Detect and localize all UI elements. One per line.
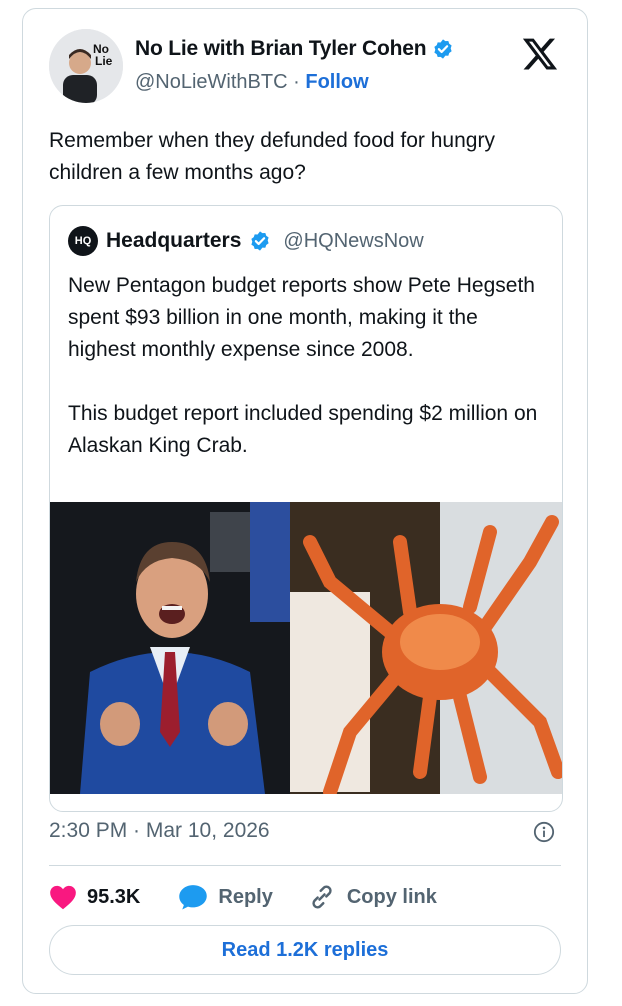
link-icon [312, 885, 332, 909]
like-button[interactable]: 95.3K [49, 884, 140, 910]
separator-dot: · [293, 71, 300, 93]
svg-text:Lie: Lie [95, 54, 113, 68]
quoted-author-handle: @HQNewsNow [283, 229, 424, 252]
info-icon[interactable] [533, 821, 555, 843]
photo-man-shouting[interactable] [50, 502, 290, 794]
quoted-header: HQ Headquarters @HQNewsNow [68, 226, 424, 256]
reply-button[interactable]: Reply [178, 883, 273, 911]
copy-link-label: Copy link [346, 885, 437, 908]
follow-button[interactable]: Follow [305, 71, 368, 93]
x-logo-icon[interactable] [521, 35, 559, 73]
quoted-author-name: Headquarters [106, 229, 242, 252]
reply-bubble-icon [179, 885, 208, 910]
author-name-row: No Lie with Brian Tyler Cohen [135, 37, 454, 61]
verified-badge-icon [251, 231, 270, 251]
avatar[interactable]: No Lie [49, 29, 123, 103]
author-handle[interactable]: @NoLieWithBTC [135, 71, 288, 93]
photo-king-crab[interactable] [290, 502, 562, 794]
heart-icon [50, 885, 76, 910]
quoted-tweet[interactable]: HQ Headquarters @HQNewsNow New Pentagon … [49, 205, 563, 812]
tweet-timestamp[interactable]: 2:30 PM · Mar 10, 2026 [49, 819, 270, 843]
verified-badge-icon [434, 39, 452, 59]
copy-link-button[interactable]: Copy link [307, 882, 437, 912]
tweet-text: Remember when they defunded food for hun… [49, 129, 495, 184]
quoted-paragraph: New Pentagon budget reports show Pete He… [68, 274, 535, 361]
author-name[interactable]: No Lie with Brian Tyler Cohen [135, 37, 427, 61]
like-count: 95.3K [87, 885, 141, 908]
action-bar: 95.3K Reply Copy link [49, 881, 437, 913]
read-replies-button[interactable]: Read 1.2K replies [49, 925, 561, 975]
quoted-text: New Pentagon budget reports show Pete He… [68, 270, 538, 494]
reply-label: Reply [218, 885, 273, 908]
author-handle-row: @NoLieWithBTC · Follow [135, 71, 369, 94]
hq-logo-icon: HQ [68, 226, 98, 256]
divider [49, 865, 561, 866]
quoted-paragraph: This budget report included spending $2 … [68, 402, 538, 457]
quoted-media[interactable] [50, 502, 562, 794]
tweet-card: No Lie No Lie with Brian Tyler Cohen @No… [22, 8, 588, 994]
